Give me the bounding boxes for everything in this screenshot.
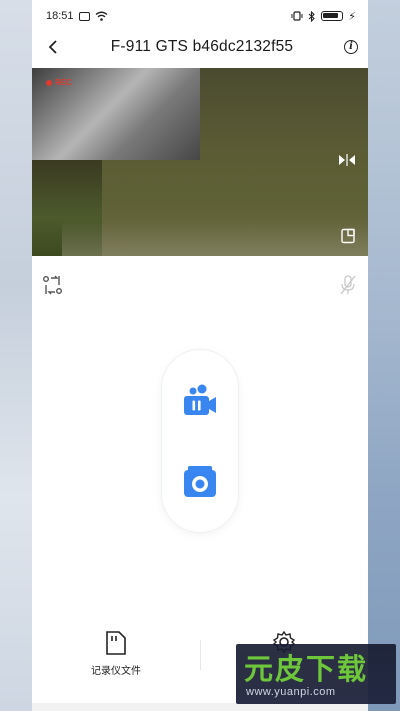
home-indicator bbox=[32, 703, 368, 711]
wifi-icon bbox=[95, 11, 107, 21]
status-time: 18:51 bbox=[46, 10, 74, 22]
capture-controls bbox=[162, 350, 238, 532]
charging-icon: ⚡ bbox=[348, 10, 356, 23]
watermark-title: 元皮下载 bbox=[244, 652, 369, 686]
video-preview[interactable]: REC bbox=[32, 68, 368, 256]
status-bar: 18:51 ⚡ bbox=[32, 0, 368, 32]
vibrate-icon bbox=[291, 11, 303, 21]
tab-recorder-files[interactable]: 记录仪文件 bbox=[56, 630, 176, 677]
battery-icon bbox=[321, 11, 344, 21]
app-screen: 18:51 ⚡ F-911 GTS b46dc2132f55 i REC 记录仪… bbox=[32, 0, 368, 711]
mirror-flip-icon[interactable] bbox=[338, 154, 356, 166]
status-left: 18:51 bbox=[46, 10, 108, 22]
bluetooth-icon bbox=[308, 10, 316, 22]
camera-switch-icon[interactable] bbox=[42, 274, 64, 296]
rec-indicator: REC bbox=[46, 78, 72, 87]
rec-dot-icon bbox=[46, 79, 52, 86]
chevron-left-icon[interactable] bbox=[46, 40, 60, 54]
mic-muted-icon[interactable] bbox=[338, 274, 358, 296]
fullscreen-icon[interactable] bbox=[340, 228, 356, 244]
watermark-url: www.yuanpi.com bbox=[246, 686, 336, 698]
video-frame-floor bbox=[62, 220, 368, 256]
tab-recorder-files-label: 记录仪文件 bbox=[91, 666, 141, 677]
info-icon[interactable]: i bbox=[343, 40, 358, 54]
page-title: F-911 GTS b46dc2132f55 bbox=[110, 38, 294, 55]
rec-label: REC bbox=[55, 78, 72, 87]
site-watermark: 元皮下载 www.yuanpi.com bbox=[236, 644, 396, 704]
camera-icon[interactable] bbox=[182, 464, 218, 500]
nav-bar: F-911 GTS b46dc2132f55 i bbox=[32, 32, 368, 62]
video-controls-row bbox=[32, 270, 368, 300]
sd-card-icon bbox=[106, 631, 126, 655]
notification-icon bbox=[78, 11, 90, 21]
video-camera-icon[interactable] bbox=[182, 384, 218, 420]
status-right: ⚡ bbox=[291, 10, 356, 23]
background-right bbox=[368, 0, 400, 711]
background-left bbox=[0, 0, 32, 711]
